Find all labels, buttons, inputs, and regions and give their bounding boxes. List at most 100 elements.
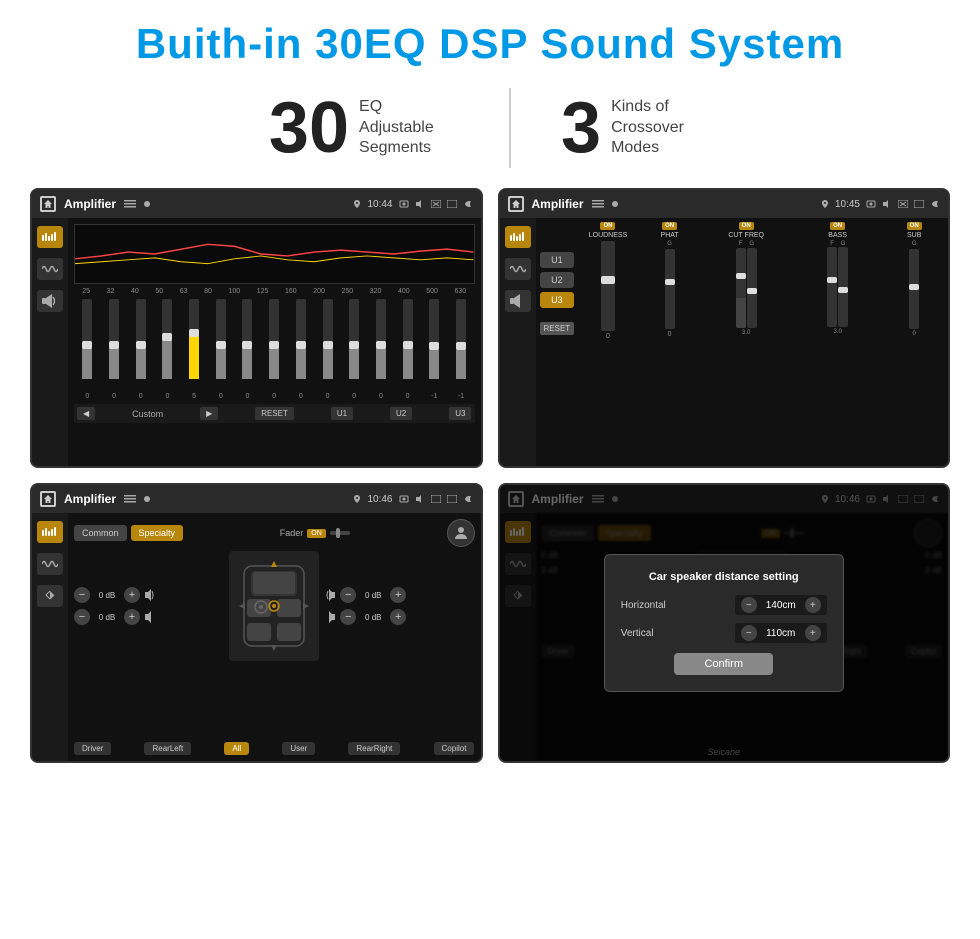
speaker-icon[interactable] [37, 290, 63, 312]
screen3-sidebar [32, 513, 68, 761]
specialty-main: Common Specialty Fader ON [68, 513, 481, 761]
prev-button[interactable]: ◀ [77, 407, 95, 420]
eq-slider-2[interactable] [109, 299, 119, 389]
rearleft-btn[interactable]: RearLeft [144, 742, 191, 755]
eq-slider-10[interactable] [323, 299, 333, 389]
back-icon[interactable] [463, 199, 473, 209]
left-top-plus[interactable]: + [124, 587, 140, 603]
left-top-minus[interactable]: − [74, 587, 90, 603]
screen2-title: Amplifier [532, 197, 584, 211]
fader-slider[interactable] [330, 527, 350, 539]
cutfreq-on[interactable]: ON [739, 222, 754, 230]
left-bottom-plus[interactable]: + [124, 609, 140, 625]
eq-slider-11[interactable] [349, 299, 359, 389]
speaker-right-bottom-icon [323, 611, 337, 623]
cutfreq-slider-g[interactable] [747, 248, 757, 328]
u2-crossover-btn[interactable]: U2 [540, 272, 575, 288]
u1-button[interactable]: U1 [331, 407, 353, 420]
u3-crossover-btn[interactable]: U3 [540, 292, 575, 308]
bass-slider-f[interactable] [827, 247, 837, 327]
eq-slider-5[interactable] [189, 299, 199, 389]
back-icon-3[interactable] [463, 494, 473, 504]
u-buttons-col: U1 U2 U3 RESET [540, 222, 575, 462]
right-top-minus[interactable]: − [340, 587, 356, 603]
reset-button[interactable]: RESET [255, 407, 294, 420]
eq-slider-1[interactable] [82, 299, 92, 389]
vertical-minus-btn[interactable]: − [741, 625, 757, 641]
eq-slider-8[interactable] [269, 299, 279, 389]
eq-slider-13[interactable] [403, 299, 413, 389]
sub-slider[interactable] [909, 249, 919, 329]
bass-on[interactable]: ON [830, 222, 845, 230]
back-icon-2[interactable] [930, 199, 940, 209]
reset-crossover-btn[interactable]: RESET [540, 322, 575, 335]
home-icon-3[interactable] [40, 491, 56, 507]
crossover-main: U1 U2 U3 RESET ON LOUDNESS [536, 218, 949, 466]
driver-btn[interactable]: Driver [74, 742, 111, 755]
copilot-btn[interactable]: Copilot [434, 742, 475, 755]
speaker-icon-2[interactable] [505, 290, 531, 312]
bass-slider-g[interactable] [838, 247, 848, 327]
right-top-plus[interactable]: + [390, 587, 406, 603]
eq-slider-4[interactable] [162, 299, 172, 389]
eq-mode-text: Custom [132, 409, 163, 419]
vertical-plus-btn[interactable]: + [805, 625, 821, 641]
wave-icon-2[interactable] [505, 258, 531, 280]
eq-icon-2[interactable] [505, 226, 531, 248]
stat-crossover-label: Kinds ofCrossover Modes [611, 97, 711, 159]
phat-slider-g[interactable] [665, 249, 675, 329]
dot-icon-2 [612, 201, 618, 207]
horizontal-minus-btn[interactable]: − [741, 597, 757, 613]
rearright-btn[interactable]: RearRight [348, 742, 400, 755]
right-bottom-db: 0 dB [359, 613, 387, 622]
screens-grid: Amplifier 10:44 [0, 188, 980, 763]
horizontal-row: Horizontal − 140cm + [621, 595, 827, 615]
eq-slider-7[interactable] [242, 299, 252, 389]
eq-icon-3[interactable] [37, 521, 63, 543]
home-icon[interactable] [40, 196, 56, 212]
wave-icon[interactable] [37, 258, 63, 280]
u1-crossover-btn[interactable]: U1 [540, 252, 575, 268]
fader-label: Fader [280, 528, 304, 538]
eq-slider-3[interactable] [136, 299, 146, 389]
eq-slider-14[interactable] [429, 299, 439, 389]
eq-slider-9[interactable] [296, 299, 306, 389]
u2-button[interactable]: U2 [390, 407, 412, 420]
loudness-slider[interactable] [601, 241, 615, 331]
common-btn[interactable]: Common [74, 525, 127, 541]
right-bottom-plus[interactable]: + [390, 609, 406, 625]
left-bottom-minus[interactable]: − [74, 609, 90, 625]
cutfreq-slider-f[interactable] [736, 248, 746, 328]
all-btn[interactable]: All [224, 742, 249, 755]
stat-eq-number: 30 [269, 92, 349, 164]
eq-slider-15[interactable] [456, 299, 466, 389]
loudness-on[interactable]: ON [600, 222, 615, 230]
specialty-btn[interactable]: Specialty [131, 525, 184, 541]
confirm-button[interactable]: Confirm [674, 653, 773, 675]
stats-row: 30 EQ AdjustableSegments 3 Kinds ofCross… [219, 88, 761, 168]
fader-on-badge: ON [307, 529, 326, 538]
home-icon-2[interactable] [508, 196, 524, 212]
pin-icon-2 [821, 200, 829, 208]
eq-slider-6[interactable] [216, 299, 226, 389]
sub-on[interactable]: ON [907, 222, 922, 230]
bluetooth-icon[interactable] [37, 585, 63, 607]
volume-icon-2 [882, 200, 892, 208]
eq-icon[interactable] [37, 226, 63, 248]
left-bottom-db: 0 dB [93, 613, 121, 622]
sub-label: SUB [907, 232, 921, 239]
eq-slider-12[interactable] [376, 299, 386, 389]
wave-icon-3[interactable] [37, 553, 63, 575]
avatar-icon[interactable] [447, 519, 475, 547]
right-top-db: 0 dB [359, 591, 387, 600]
horizontal-plus-btn[interactable]: + [805, 597, 821, 613]
phat-on[interactable]: ON [662, 222, 677, 230]
right-speakers: − 0 dB + − 0 dB + [323, 587, 474, 625]
u3-button[interactable]: U3 [449, 407, 471, 420]
left-bottom-speaker: − 0 dB + [74, 609, 225, 625]
play-button[interactable]: ▶ [200, 407, 218, 420]
right-bottom-minus[interactable]: − [340, 609, 356, 625]
screen2-body: U1 U2 U3 RESET ON LOUDNESS [500, 218, 949, 466]
user-btn[interactable]: User [282, 742, 315, 755]
vertical-label: Vertical [621, 628, 681, 639]
